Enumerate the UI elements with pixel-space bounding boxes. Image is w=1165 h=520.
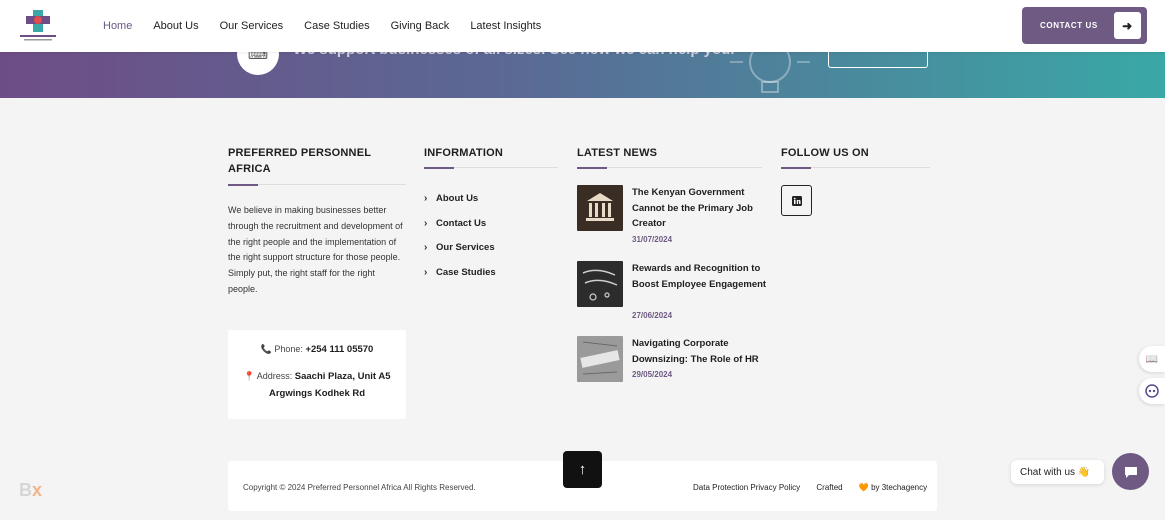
info-link-case-studies[interactable]: › Case Studies xyxy=(424,260,496,285)
company-description: We believe in making businesses better t… xyxy=(228,205,403,294)
news-divider xyxy=(577,166,762,169)
phone-label: Phone: xyxy=(274,344,303,354)
chat-button[interactable] xyxy=(1112,453,1149,490)
news-item-title[interactable]: Rewards and Recognition to Boost Employe… xyxy=(632,261,767,292)
nav-latest-insights[interactable]: Latest Insights xyxy=(470,20,541,32)
news-title: LATEST NEWS xyxy=(577,147,658,159)
news-item-title[interactable]: Navigating Corporate Downsizing: The Rol… xyxy=(632,336,767,367)
info-link-label: Our Services xyxy=(436,242,495,254)
info-link-label: About Us xyxy=(436,192,479,204)
phone-number[interactable]: +254 111 05570 xyxy=(305,344,373,355)
info-link-contact-us[interactable]: › Contact Us xyxy=(424,211,496,236)
crafted-prefix: Crafted xyxy=(816,483,843,492)
info-link-label: Case Studies xyxy=(436,266,496,278)
follow-divider xyxy=(781,166,930,169)
chat-prompt[interactable]: Chat with us 👋 xyxy=(1011,460,1104,484)
follow-title: FOLLOW US ON xyxy=(781,147,869,159)
copyright-text: Copyright © 2024 Preferred Personnel Afr… xyxy=(243,483,476,492)
nav-about-us[interactable]: About Us xyxy=(153,20,198,32)
chat-icon xyxy=(1124,466,1137,478)
heart-icon: 🧡 xyxy=(858,483,869,492)
contact-card: 📞 Phone: +254 111 05570 📍 Address: Saach… xyxy=(228,330,406,419)
information-title: INFORMATION xyxy=(424,147,503,159)
site-header: Home About Us Our Services Case Studies … xyxy=(0,0,1165,52)
news-thumbnail[interactable] xyxy=(577,185,623,231)
company-logo[interactable] xyxy=(18,8,58,44)
be-widget-logo[interactable]: Bx xyxy=(19,480,42,501)
bottom-links: Data Protection Privacy Policy Crafted 🧡… xyxy=(693,483,927,492)
book-widget-button[interactable]: 📖 xyxy=(1139,346,1165,372)
contact-us-label: CONTACT US xyxy=(1040,21,1098,30)
news-thumbnail[interactable] xyxy=(577,261,623,307)
location-pin-icon: 📍 xyxy=(243,371,255,381)
privacy-policy-link[interactable]: Data Protection Privacy Policy xyxy=(693,483,800,492)
phone-icon: 📞 xyxy=(260,344,272,354)
chevron-right-icon: › xyxy=(424,217,428,229)
crafted-by[interactable]: Crafted 🧡 by 3techagency xyxy=(816,483,927,492)
chevron-right-icon: › xyxy=(424,192,428,204)
book-icon: 📖 xyxy=(1145,353,1159,365)
linkedin-button[interactable] xyxy=(781,185,812,216)
chevron-right-icon: › xyxy=(424,266,428,278)
contact-us-button[interactable]: CONTACT US ➜ xyxy=(1022,7,1147,44)
company-title: PREFERRED PERSONNEL AFRICA xyxy=(228,147,371,175)
nav-case-studies[interactable]: Case Studies xyxy=(304,20,369,32)
main-nav: Home About Us Our Services Case Studies … xyxy=(103,0,562,52)
nav-giving-back[interactable]: Giving Back xyxy=(391,20,450,32)
arrow-up-icon: ↑ xyxy=(578,461,587,478)
news-thumbnail[interactable] xyxy=(577,336,623,382)
info-link-label: Contact Us xyxy=(436,217,487,229)
information-divider xyxy=(424,166,558,169)
news-item-date: 29/05/2024 xyxy=(632,370,673,379)
info-link-about-us[interactable]: › About Us xyxy=(424,186,496,211)
arrow-right-icon: ➜ xyxy=(1114,12,1141,39)
chevron-right-icon: › xyxy=(424,242,428,254)
news-item-title[interactable]: The Kenyan Government Cannot be the Prim… xyxy=(632,185,767,232)
crafted-suffix: by 3techagency xyxy=(871,483,928,492)
lightbulb-icon xyxy=(730,52,810,93)
news-item-date: 27/06/2024 xyxy=(632,311,673,320)
company-divider xyxy=(228,183,406,186)
address-label: Address: xyxy=(256,371,293,381)
information-links: › About Us › Contact Us › Our Services › Cas… xyxy=(424,186,496,285)
assistant-widget-button[interactable] xyxy=(1139,378,1165,404)
nav-our-services[interactable]: Our Services xyxy=(220,20,284,32)
linkedin-icon xyxy=(791,195,802,206)
info-link-our-services[interactable]: › Our Services xyxy=(424,235,496,260)
scroll-to-top-button[interactable]: ↑ xyxy=(563,451,602,488)
news-item-date: 31/07/2024 xyxy=(632,235,673,244)
robot-icon xyxy=(1145,384,1159,398)
nav-home[interactable]: Home xyxy=(103,20,132,32)
